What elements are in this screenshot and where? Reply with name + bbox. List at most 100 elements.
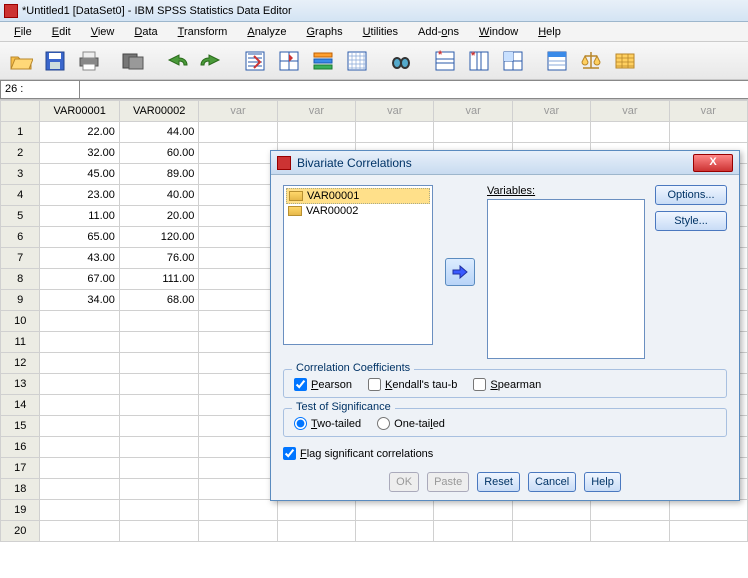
row-header[interactable]: 18 (1, 479, 40, 500)
grid-cell[interactable] (119, 479, 198, 500)
grid-cell[interactable] (40, 374, 119, 395)
move-right-button[interactable] (445, 258, 475, 286)
grid-cell[interactable]: 22.00 (40, 122, 119, 143)
grid-cell[interactable] (40, 395, 119, 416)
row-header[interactable]: 13 (1, 374, 40, 395)
col-header-empty[interactable]: var (277, 101, 355, 122)
row-header[interactable]: 19 (1, 500, 40, 521)
grid-cell[interactable] (277, 521, 355, 542)
grid-cell[interactable] (40, 458, 119, 479)
grid-cell[interactable] (199, 143, 277, 164)
spearman-checkbox[interactable]: Spearman (473, 378, 541, 391)
grid-cell[interactable] (40, 500, 119, 521)
grid-cell[interactable] (40, 311, 119, 332)
grid-cell[interactable]: 111.00 (119, 269, 198, 290)
col-header-2[interactable]: VAR00002 (119, 101, 198, 122)
row-header[interactable]: 20 (1, 521, 40, 542)
row-header[interactable]: 5 (1, 206, 40, 227)
menu-file[interactable]: File (4, 24, 42, 40)
find-button[interactable] (342, 46, 372, 76)
row-header[interactable]: 6 (1, 227, 40, 248)
grid-cell[interactable] (119, 521, 198, 542)
variables-button[interactable] (308, 46, 338, 76)
grid-cell[interactable] (199, 521, 277, 542)
grid-cell[interactable] (199, 479, 277, 500)
row-header[interactable]: 3 (1, 164, 40, 185)
grid-cell[interactable] (119, 416, 198, 437)
row-header[interactable]: 11 (1, 332, 40, 353)
menu-addons[interactable]: Add-ons (408, 24, 469, 40)
col-header-empty[interactable]: var (199, 101, 277, 122)
grid-cell[interactable] (119, 311, 198, 332)
grid-cell[interactable] (119, 500, 198, 521)
scales-button[interactable] (576, 46, 606, 76)
grid-cell[interactable] (669, 521, 747, 542)
grid-cell[interactable] (199, 311, 277, 332)
grid-cell[interactable] (119, 395, 198, 416)
grid-cell[interactable] (512, 521, 590, 542)
grid-cell[interactable] (40, 416, 119, 437)
grid-cell[interactable] (356, 122, 434, 143)
row-header[interactable]: 17 (1, 458, 40, 479)
grid-cell[interactable] (512, 122, 590, 143)
value-labels-button[interactable] (610, 46, 640, 76)
source-variables-list[interactable]: VAR00001 VAR00002 (283, 185, 433, 345)
grid-cell[interactable]: 11.00 (40, 206, 119, 227)
goto-var-button[interactable] (274, 46, 304, 76)
grid-cell[interactable]: 20.00 (119, 206, 198, 227)
insert-var-button[interactable]: * (464, 46, 494, 76)
grid-cell[interactable] (199, 269, 277, 290)
paste-button[interactable]: Paste (427, 472, 469, 492)
grid-cell[interactable]: 76.00 (119, 248, 198, 269)
grid-cell[interactable] (434, 500, 512, 521)
grid-cell[interactable] (40, 437, 119, 458)
row-header[interactable]: 12 (1, 353, 40, 374)
style-button[interactable]: Style... (655, 211, 727, 231)
row-header[interactable]: 10 (1, 311, 40, 332)
split-button[interactable] (498, 46, 528, 76)
row-header[interactable]: 2 (1, 143, 40, 164)
menu-utilities[interactable]: Utilities (353, 24, 408, 40)
grid-cell[interactable] (512, 500, 590, 521)
grid-cell[interactable] (199, 395, 277, 416)
grid-cell[interactable] (199, 332, 277, 353)
print-button[interactable] (74, 46, 104, 76)
row-header[interactable]: 7 (1, 248, 40, 269)
grid-cell[interactable] (199, 248, 277, 269)
grid-cell[interactable] (199, 206, 277, 227)
grid-cell[interactable] (277, 500, 355, 521)
menu-data[interactable]: Data (124, 24, 167, 40)
menu-transform[interactable]: Transform (168, 24, 238, 40)
pearson-checkbox[interactable]: Pearson (294, 378, 352, 391)
menu-edit[interactable]: Edit (42, 24, 81, 40)
grid-cell[interactable] (277, 122, 355, 143)
dialog-titlebar[interactable]: Bivariate Correlations X (271, 151, 739, 175)
grid-cell[interactable] (199, 416, 277, 437)
one-tailed-radio[interactable]: One-tailed (377, 417, 445, 430)
menu-view[interactable]: View (81, 24, 125, 40)
recall-button[interactable] (118, 46, 148, 76)
col-header-empty[interactable]: var (591, 101, 669, 122)
grid-cell[interactable] (199, 353, 277, 374)
grid-cell[interactable] (199, 185, 277, 206)
row-header[interactable]: 15 (1, 416, 40, 437)
reset-button[interactable]: Reset (477, 472, 520, 492)
col-header-empty[interactable]: var (356, 101, 434, 122)
grid-cell[interactable]: 60.00 (119, 143, 198, 164)
grid-cell[interactable] (434, 521, 512, 542)
grid-cell[interactable] (356, 500, 434, 521)
ok-button[interactable]: OK (389, 472, 419, 492)
target-variables-list[interactable] (487, 199, 645, 359)
row-header[interactable]: 1 (1, 122, 40, 143)
redo-button[interactable] (196, 46, 226, 76)
grid-cell[interactable]: 65.00 (40, 227, 119, 248)
grid-cell[interactable] (669, 500, 747, 521)
kendall-checkbox[interactable]: Kendall's tau-b (368, 378, 457, 391)
two-tailed-radio[interactable]: Two-tailed (294, 417, 361, 430)
grid-cell[interactable] (40, 521, 119, 542)
grid-cell[interactable] (40, 353, 119, 374)
save-button[interactable] (40, 46, 70, 76)
grid-cell[interactable] (119, 332, 198, 353)
col-header-empty[interactable]: var (669, 101, 747, 122)
undo-button[interactable] (162, 46, 192, 76)
